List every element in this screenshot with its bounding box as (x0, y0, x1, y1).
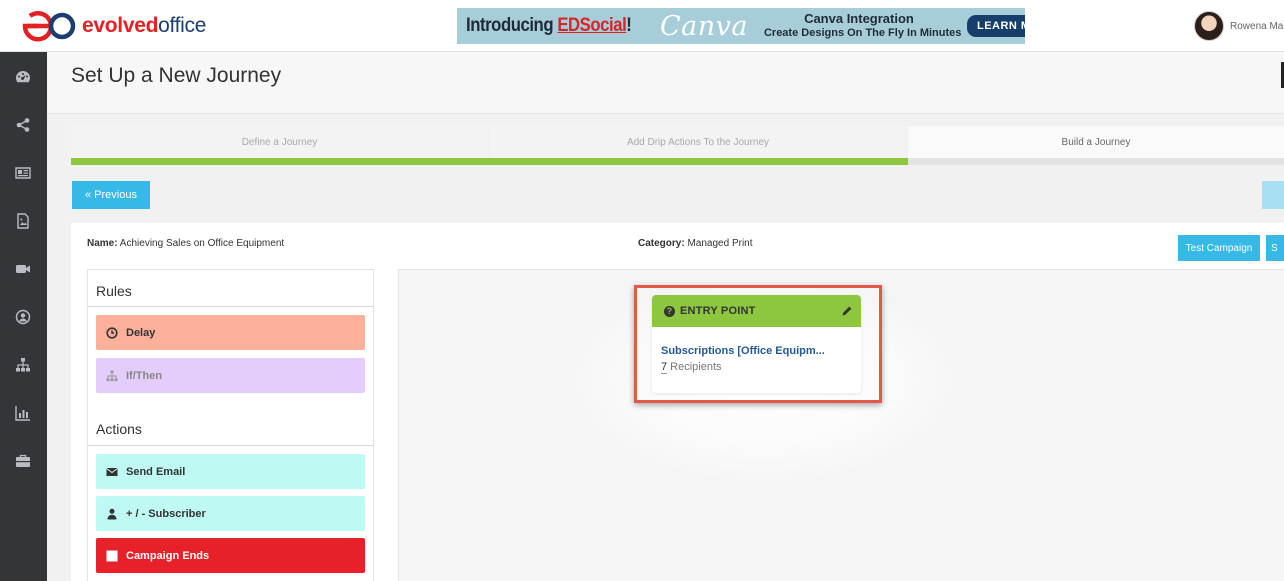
banner-product-name: EDSocial (557, 15, 627, 36)
user-menu[interactable]: Rowena Ma (1194, 11, 1283, 41)
journey-category-value: Managed Print (684, 238, 753, 249)
actions-divider (88, 445, 373, 446)
recipients-label: Recipients (667, 361, 722, 373)
entry-point-recipients: 7 Recipients (661, 361, 722, 374)
video-camera-icon[interactable] (14, 260, 32, 278)
image-file-icon[interactable] (14, 212, 32, 230)
journey-canvas[interactable]: ? ENTRY POINT Subscriptions [Office Equi… (398, 269, 1284, 581)
newspaper-icon[interactable] (14, 164, 32, 182)
test-campaign-button[interactable]: Test Campaign (1178, 235, 1260, 261)
journey-name-value: Achieving Sales on Office Equipment (117, 238, 285, 249)
action-palette: Rules Delay If/Then Actions Send Email +… (87, 269, 374, 581)
dashboard-icon[interactable] (14, 68, 32, 86)
banner-subline: Create Designs On The Fly In Minutes (763, 27, 962, 39)
rules-divider (88, 306, 373, 307)
campaign-ends-label: Campaign Ends (126, 549, 210, 562)
step-add-drip-actions[interactable]: Add Drip Actions To the Journey (490, 126, 906, 158)
journey-builder: Name: Achieving Sales on Office Equipmen… (71, 223, 1284, 581)
delay-rule-label: Delay (126, 326, 156, 339)
campaign-ends-action[interactable]: Campaign Ends (96, 538, 365, 573)
evolvedoffice-logo[interactable]: evolvedoffice (22, 10, 206, 42)
subscriber-action[interactable]: + / - Subscriber (96, 496, 365, 531)
step-progress-bar-1 (71, 158, 490, 165)
sitemap-icon[interactable] (14, 356, 32, 374)
page-header: Set Up a New Journey (47, 52, 1284, 114)
canva-promo-banner[interactable]: Introducing EDSocial! Canva Canva Integr… (457, 8, 1025, 44)
banner-copy: Canva Integration Create Designs On The … (763, 11, 962, 40)
clock-icon (105, 326, 119, 340)
delay-rule[interactable]: Delay (96, 315, 365, 350)
logo-text-evolved: evolved (82, 14, 159, 37)
question-circle-icon[interactable]: ? (664, 305, 675, 317)
left-sidebar (0, 52, 47, 581)
canva-logo-text: Canva (659, 10, 748, 42)
rules-heading: Rules (96, 283, 132, 299)
eo-logo-icon (22, 10, 80, 42)
entry-point-list-link[interactable]: Subscriptions [Office Equipm... (661, 345, 825, 357)
envelope-icon (105, 465, 119, 479)
entry-point-header: ? ENTRY POINT (652, 295, 861, 327)
previous-button[interactable]: « Previous (72, 181, 150, 209)
top-bar: evolvedoffice Introducing EDSocial! Canv… (0, 0, 1284, 52)
bar-chart-icon[interactable] (14, 404, 32, 422)
learn-more-button[interactable]: LEARN MORE (966, 15, 1025, 37)
page-title: Set Up a New Journey (71, 64, 282, 87)
briefcase-icon[interactable] (14, 452, 32, 470)
step-progress-bar-3 (908, 158, 1284, 165)
subscriber-label: + / - Subscriber (126, 507, 206, 520)
actions-heading: Actions (96, 421, 142, 437)
journey-name-label: Name: (87, 238, 118, 249)
send-email-label: Send Email (126, 465, 186, 478)
if-then-rule[interactable]: If/Then (96, 358, 365, 393)
banner-headline: Canva Integration (804, 11, 914, 26)
banner-exclaim: ! (626, 15, 632, 36)
step-define-journey[interactable]: Define a Journey (71, 126, 488, 158)
journey-steps: Define a Journey Add Drip Actions To the… (71, 126, 1284, 165)
pencil-icon[interactable] (841, 304, 853, 316)
journey-category-label: Category: (638, 238, 685, 249)
user-circle-icon[interactable] (14, 308, 32, 326)
user-icon (105, 507, 119, 521)
avatar[interactable] (1194, 11, 1224, 41)
step-build-journey[interactable]: Build a Journey (908, 126, 1284, 158)
entry-point-node[interactable]: ? ENTRY POINT Subscriptions [Office Equi… (652, 295, 861, 393)
send-email-action[interactable]: Send Email (96, 454, 365, 489)
step-progress-bar-2 (490, 158, 908, 165)
user-name: Rowena Ma (1230, 20, 1284, 32)
banner-intro-text: Introducing (466, 15, 558, 36)
entry-point-title: ENTRY POINT (680, 305, 756, 317)
journey-name: Name: Achieving Sales on Office Equipmen… (87, 238, 284, 249)
logo-text-office: office (158, 14, 207, 37)
sitemap-icon (105, 369, 119, 383)
next-button[interactable] (1262, 181, 1284, 209)
stop-square-icon (105, 549, 119, 563)
journey-category: Category: Managed Print (638, 238, 753, 249)
main-area: Set Up a New Journey Define a Journey Ad… (47, 52, 1284, 581)
if-then-rule-label: If/Then (126, 369, 163, 382)
save-button[interactable]: S (1266, 235, 1284, 261)
share-icon[interactable] (14, 116, 32, 134)
